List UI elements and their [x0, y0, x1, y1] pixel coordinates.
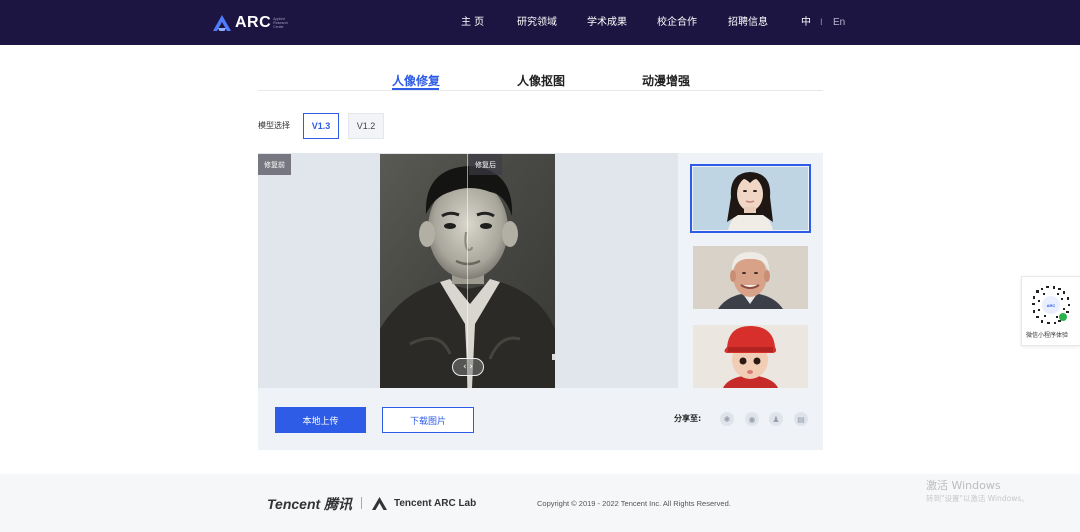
share-label: 分享至: [674, 414, 702, 423]
weibo-icon[interactable]: ◉ [745, 412, 759, 426]
lang-english[interactable]: En [833, 17, 845, 29]
comparison-slider-handle[interactable]: ‹ › [452, 358, 484, 376]
baby-portrait-thumb [693, 325, 808, 388]
arc-lab-logo-icon [372, 497, 387, 510]
comparison-divider [467, 154, 468, 388]
qzone-icon[interactable]: ✱ [720, 412, 734, 426]
nav-careers[interactable]: 招聘信息 [728, 17, 768, 29]
nav-cooperation[interactable]: 校企合作 [657, 17, 697, 29]
tencent-logo[interactable]: Tencent 腾讯 [267, 496, 352, 512]
older-man-portrait-thumb [693, 246, 808, 309]
windows-activation-hint: 转到"设置"以激活 Windows。 [926, 494, 1029, 503]
thumbnail-older-man[interactable] [693, 246, 808, 309]
copyright-text: Copyright © 2019 - 2022 Tencent Inc. All… [537, 499, 731, 508]
lang-separator: I [820, 18, 823, 28]
svg-text:ARC: ARC [1047, 303, 1056, 308]
qr-caption: 微信小程序体验 [1026, 332, 1069, 339]
nav-research[interactable]: 研究领域 [517, 17, 557, 29]
arc-lab-name[interactable]: Tencent ARC Lab [394, 497, 476, 510]
tab-divider [258, 90, 823, 91]
model-v12-button[interactable]: V1.2 [348, 113, 384, 139]
thumbnail-baby[interactable] [693, 325, 808, 388]
thumbnail-woman[interactable] [690, 164, 811, 233]
woman-portrait-thumb [693, 167, 808, 230]
nav-publications[interactable]: 学术成果 [587, 17, 627, 29]
tab-portrait-matting[interactable]: 人像抠图 [517, 73, 565, 89]
logo-subtitle: Applied Research Center [273, 17, 289, 29]
qq-icon[interactable]: ♟ [769, 412, 783, 426]
model-select-label: 模型选择 [258, 121, 290, 130]
arc-logo[interactable]: ARC Applied Research Center [212, 12, 288, 34]
qr-code-icon: ARC [1029, 283, 1073, 327]
after-tag: 修复后 [469, 154, 502, 175]
download-button[interactable]: 下载图片 [382, 407, 474, 433]
tab-anime-enhance[interactable]: 动漫增强 [642, 73, 690, 89]
before-tag: 修复前 [258, 154, 291, 175]
douban-icon[interactable]: ▤ [794, 412, 808, 426]
lang-chinese[interactable]: 中 [801, 17, 811, 29]
upload-button[interactable]: 本地上传 [275, 407, 366, 433]
tab-portrait-restore[interactable]: 人像修复 [392, 73, 440, 89]
arc-logo-icon [213, 15, 231, 31]
footer-separator [361, 497, 362, 509]
nav-home[interactable]: 主 页 [461, 17, 484, 29]
model-v13-button[interactable]: V1.3 [303, 113, 339, 139]
logo-text: ARC [235, 14, 272, 31]
windows-activation-title: 激活 Windows [926, 479, 1001, 492]
